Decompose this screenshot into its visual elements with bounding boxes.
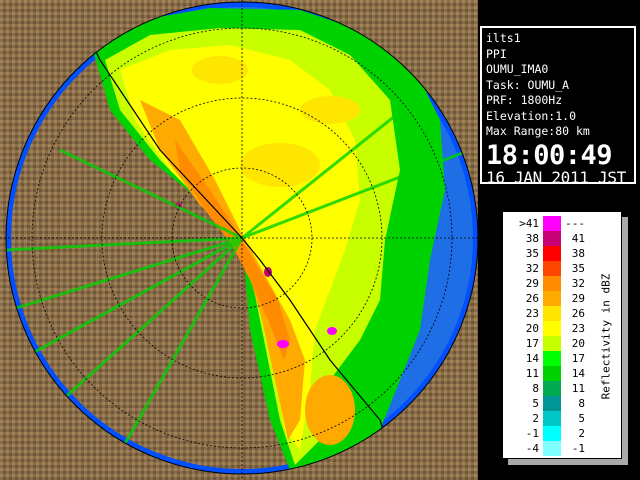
legend-high-value: 32: [571, 277, 585, 290]
echo-cell: [300, 96, 360, 124]
radar-display: ilts1 PPI OUMU_IMA0 Task: OUMU_A PRF: 18…: [0, 0, 640, 480]
legend-high-value: 2: [578, 427, 585, 440]
legend-high-value: 14: [571, 367, 585, 380]
scan-time: 18:00:49: [486, 139, 613, 171]
legend-color-swatch: [543, 276, 561, 291]
echo-peak: [327, 327, 337, 335]
legend-color-swatch: [543, 261, 561, 276]
legend-high-value: 8: [578, 397, 585, 410]
legend-color-swatch: [543, 366, 561, 381]
scan-info-panel: ilts1 PPI OUMU_IMA0 Task: OUMU_A PRF: 18…: [480, 26, 636, 187]
legend-low-value: 38: [525, 232, 539, 245]
legend-low-value: 5: [532, 397, 539, 410]
legend-color-swatch: [543, 396, 561, 411]
legend-low-value: 2: [532, 412, 539, 425]
legend-high-value: 5: [578, 412, 585, 425]
legend-color-swatch: [543, 306, 561, 321]
site-name: OUMU_IMA0: [486, 62, 549, 76]
legend-color-swatch: [543, 336, 561, 351]
legend-color-swatch: [543, 351, 561, 366]
legend-title: Reflectivity in dBZ: [599, 273, 613, 399]
legend-color-swatch: [543, 321, 561, 336]
scan-type: PPI: [486, 46, 507, 61]
legend-low-value: 35: [525, 247, 539, 260]
legend-low-value: 26: [525, 292, 539, 305]
legend-low-value: 29: [525, 277, 539, 290]
legend-high-value: 23: [571, 322, 585, 335]
legend-high-value: 35: [571, 262, 585, 275]
max-range-value: Max Range:80 km: [486, 124, 590, 138]
legend-color-swatch: [543, 216, 561, 231]
legend-low-value: 14: [525, 352, 539, 365]
legend-high-value: 26: [571, 307, 585, 320]
legend-low-value: 11: [525, 367, 539, 380]
legend-high-value: ---: [565, 217, 585, 230]
legend-low-value: 32: [525, 262, 539, 275]
legend-high-value: 38: [571, 247, 585, 260]
legend-color-swatch: [543, 426, 561, 441]
elevation-value: Elevation:1.0: [486, 108, 577, 123]
legend-high-value: 17: [571, 352, 585, 365]
prf-value: PRF: 1800Hz: [486, 93, 563, 107]
legend-high-value: -1: [571, 442, 585, 455]
legend-high-value: 41: [571, 232, 585, 245]
legend-low-value: -1: [525, 427, 539, 440]
legend-low-value: 8: [532, 382, 539, 395]
legend-low-value: 23: [525, 307, 539, 320]
reflectivity-legend: >41 --- 38 41 35 38 32 35 29 32 26 29 23 26 20 23 17 20 14…: [502, 211, 622, 459]
legend-low-value: 20: [525, 322, 539, 335]
legend-low-value: >41: [519, 217, 539, 230]
legend-high-value: 29: [571, 292, 585, 305]
radar-name: ilts1: [486, 31, 521, 45]
task-name: Task: OUMU_A: [486, 77, 570, 92]
legend-low-value: -4: [525, 442, 539, 455]
legend-color-swatch: [543, 231, 561, 246]
echo-cell: [192, 56, 248, 84]
legend-color-swatch: [543, 411, 561, 426]
legend-color-swatch: [543, 381, 561, 396]
echo-peak: [277, 340, 289, 348]
echo-cell: [305, 375, 355, 445]
legend-high-value: 11: [571, 382, 585, 395]
legend-color-swatch: [543, 246, 561, 261]
legend-low-value: 17: [525, 337, 539, 350]
echo-cell: [240, 143, 320, 187]
legend-high-value: 20: [571, 337, 585, 350]
scan-date: 16 JAN 2011 JST: [486, 167, 626, 187]
legend-title-wrap: Reflectivity in dBZ: [593, 212, 619, 460]
legend-color-swatch: [543, 441, 561, 456]
legend-color-swatch: [543, 291, 561, 306]
echo-peak: [264, 267, 272, 277]
